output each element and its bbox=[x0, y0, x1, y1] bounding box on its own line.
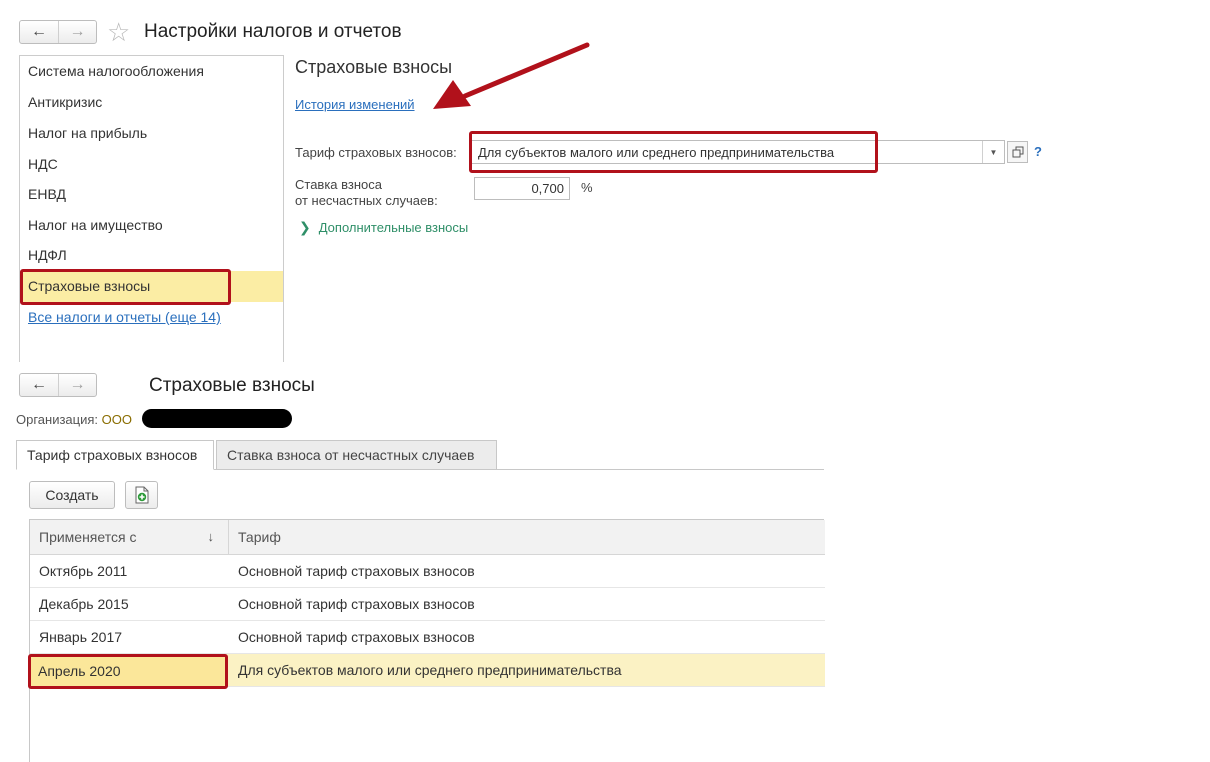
open-window-icon bbox=[1012, 146, 1023, 158]
chevron-down-icon[interactable]: ▼ bbox=[982, 141, 1004, 163]
column-header-applies-from[interactable]: Применяется с ↓ bbox=[30, 520, 229, 554]
sidebar-item-profit-tax[interactable]: Налог на прибыль bbox=[20, 118, 283, 149]
copy-add-icon bbox=[135, 486, 148, 504]
organization-caption: Организация: bbox=[16, 412, 99, 427]
rates-table: Применяется с ↓ Тариф Октябрь 2011 Основ… bbox=[29, 519, 825, 762]
forward-button-bottom[interactable]: → bbox=[58, 374, 96, 396]
highlight-box-tariff bbox=[469, 131, 878, 173]
rate-unit: % bbox=[581, 180, 593, 195]
cell-date: Октябрь 2011 bbox=[39, 563, 128, 579]
highlight-box-selected-date[interactable]: Апрель 2020 bbox=[28, 654, 228, 689]
table-row[interactable]: Октябрь 2011 Основной тариф страховых вз… bbox=[30, 555, 825, 588]
cell-tariff: Для субъектов малого или среднего предпр… bbox=[238, 662, 622, 678]
highlight-box-sidebar bbox=[20, 269, 231, 305]
all-taxes-link-text[interactable]: Все налоги и отчеты (еще 14) bbox=[28, 309, 221, 325]
cell-tariff: Основной тариф страховых взносов bbox=[238, 563, 475, 579]
help-icon[interactable]: ? bbox=[1034, 144, 1042, 159]
top-nav-buttons: ← → bbox=[19, 20, 97, 44]
table-row[interactable]: Январь 2017 Основной тариф страховых взн… bbox=[30, 621, 825, 654]
settings-sidebar: Система налогообложения Антикризис Налог… bbox=[19, 55, 284, 362]
history-link[interactable]: История изменений bbox=[295, 97, 415, 112]
bottom-nav-buttons: ← → bbox=[19, 373, 97, 397]
rate-label-line1: Ставка взноса bbox=[295, 177, 383, 192]
cell-tariff: Основной тариф страховых взносов bbox=[238, 629, 475, 645]
column-header-tariff[interactable]: Тариф bbox=[229, 520, 825, 554]
selected-date-text: Апрель 2020 bbox=[38, 663, 121, 679]
chevron-right-icon: ❯ bbox=[299, 219, 311, 235]
arrow-left-icon: ← bbox=[31, 376, 47, 393]
copy-button[interactable] bbox=[125, 481, 158, 509]
cell-date: Декабрь 2015 bbox=[39, 596, 129, 612]
redaction-bar bbox=[142, 409, 292, 428]
arrow-right-icon: → bbox=[69, 23, 86, 40]
forward-button[interactable]: → bbox=[58, 21, 96, 43]
rate-input[interactable]: 0,700 bbox=[474, 177, 570, 200]
table-row[interactable]: Декабрь 2015 Основной тариф страховых вз… bbox=[30, 588, 825, 621]
back-button-bottom[interactable]: ← bbox=[20, 374, 58, 396]
arrow-left-icon: ← bbox=[31, 23, 47, 40]
back-button[interactable]: ← bbox=[20, 21, 58, 43]
sidebar-item-envd[interactable]: ЕНВД bbox=[20, 179, 283, 210]
create-button[interactable]: Создать bbox=[29, 481, 115, 509]
annotation-arrow-icon bbox=[433, 42, 590, 109]
organization-value[interactable]: ООО bbox=[102, 412, 132, 427]
sidebar-item-taxation-system[interactable]: Система налогообложения bbox=[20, 56, 283, 87]
sidebar-all-taxes-link[interactable]: Все налоги и отчеты (еще 14) bbox=[20, 302, 283, 333]
tariff-label: Тариф страховых взносов: bbox=[295, 145, 457, 160]
tab-accident-rate[interactable]: Ставка взноса от несчастных случаев bbox=[216, 440, 497, 470]
extra-contributions-toggle[interactable]: ❯ Дополнительные взносы bbox=[299, 219, 468, 236]
cell-date: Январь 2017 bbox=[39, 629, 123, 645]
cell-tariff: Основной тариф страховых взносов bbox=[238, 596, 475, 612]
rate-label-line2: от несчастных случаев: bbox=[295, 193, 438, 208]
sidebar-item-vat[interactable]: НДС bbox=[20, 149, 283, 180]
open-form-button[interactable] bbox=[1007, 141, 1028, 163]
sidebar-item-property-tax[interactable]: Налог на имущество bbox=[20, 210, 283, 241]
extra-contributions-label: Дополнительные взносы bbox=[318, 220, 469, 235]
star-icon[interactable]: ☆ bbox=[107, 18, 130, 46]
column-header-applies-from-label: Применяется с bbox=[39, 529, 137, 545]
arrow-right-icon: → bbox=[69, 376, 86, 393]
sort-down-icon: ↓ bbox=[207, 529, 215, 544]
bottom-window-title: Страховые взносы bbox=[149, 375, 315, 396]
sidebar-item-ndfl[interactable]: НДФЛ bbox=[20, 240, 283, 271]
sidebar-item-anticrisis[interactable]: Антикризис bbox=[20, 87, 283, 118]
window-title: Настройки налогов и отчетов bbox=[144, 21, 402, 42]
table-header: Применяется с ↓ Тариф bbox=[30, 520, 825, 555]
tab-tariff[interactable]: Тариф страховых взносов bbox=[16, 440, 214, 470]
organization-label: Организация: ООО bbox=[16, 412, 132, 427]
